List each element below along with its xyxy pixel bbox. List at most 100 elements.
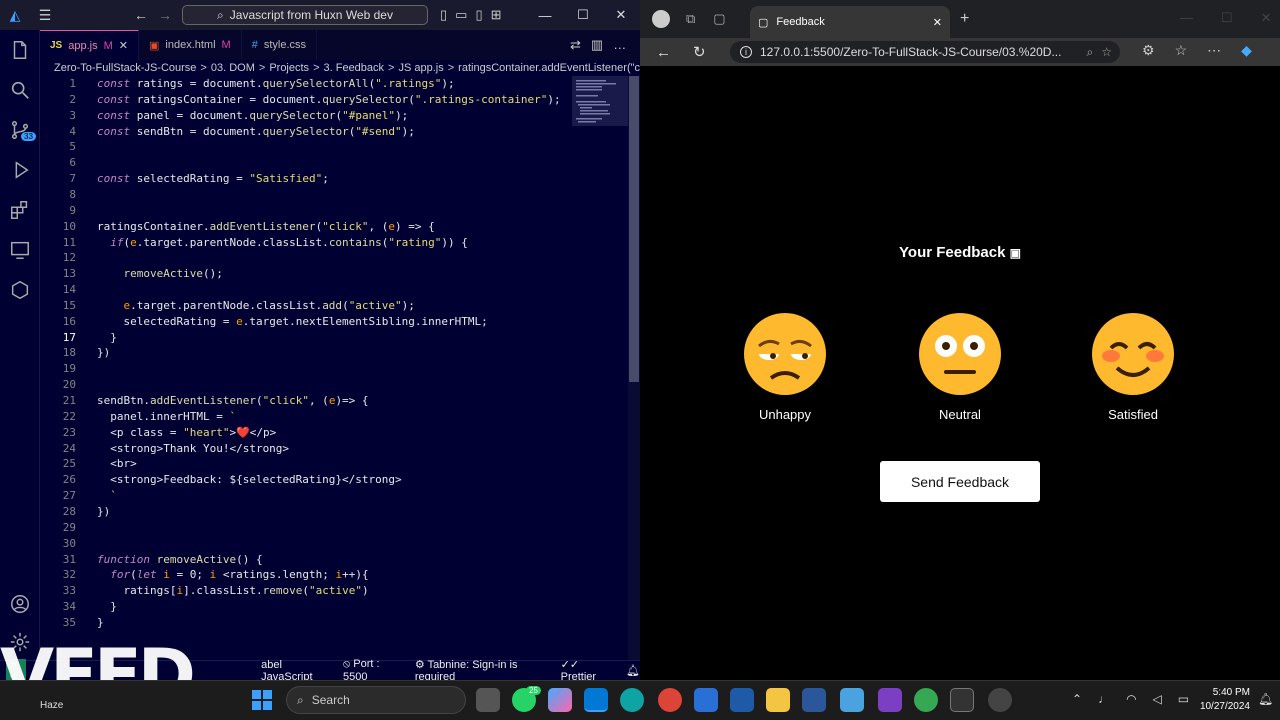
store-icon[interactable]: [694, 688, 718, 712]
battery-icon[interactable]: ▭: [1178, 692, 1189, 706]
toggle-panel-icon[interactable]: ▭: [455, 7, 467, 23]
rating-satisfied[interactable]: Satisfied: [1078, 312, 1188, 422]
code-line[interactable]: function removeActive() {: [97, 553, 263, 566]
minimize-button[interactable]: —: [1180, 10, 1193, 26]
start-button[interactable]: [252, 690, 272, 710]
code-line[interactable]: selectedRating = e.target.nextElementSib…: [97, 315, 488, 328]
breadcrumb-item[interactable]: ratingsContainer.addEventListener("click…: [458, 62, 640, 74]
close-button[interactable]: ✕: [1261, 10, 1272, 26]
notifications-icon[interactable]: 🔔︎: [1258, 692, 1273, 706]
minimap[interactable]: [572, 76, 628, 660]
back-icon[interactable]: ←: [656, 44, 671, 61]
code-line[interactable]: const panel = document.querySelector("#p…: [97, 109, 408, 122]
code-line[interactable]: for(let i = 0; i <ratings.length; i++){: [97, 568, 368, 581]
code-line[interactable]: }): [97, 505, 110, 518]
run-debug-icon[interactable]: [0, 150, 40, 190]
code-line[interactable]: e.target.parentNode.classList.add("activ…: [97, 299, 415, 312]
explorer-icon[interactable]: [0, 30, 40, 70]
code-line[interactable]: panel.innerHTML = `: [97, 410, 236, 423]
show-hidden-icons-chevron-up-icon[interactable]: ⌃: [1072, 692, 1082, 706]
close-tab-icon[interactable]: ✕: [933, 16, 942, 29]
extensions-icon[interactable]: [0, 190, 40, 230]
refresh-icon[interactable]: ↻: [693, 43, 706, 61]
word-icon[interactable]: [802, 688, 826, 712]
code-line[interactable]: if(e.target.parentNode.classList.contain…: [97, 236, 468, 249]
code-line[interactable]: }: [97, 331, 117, 344]
extension-view-icon[interactable]: [0, 270, 40, 310]
close-button[interactable]: ✕: [602, 0, 640, 30]
split-editor-icon[interactable]: ▥: [591, 37, 603, 53]
tab-style-css[interactable]: # style.css: [242, 30, 318, 60]
volume-icon[interactable]: ◁: [1153, 692, 1162, 706]
breadcrumb-item[interactable]: 03. DOM: [211, 62, 255, 74]
breadcrumb-item[interactable]: 3. Feedback: [324, 62, 385, 74]
clock[interactable]: 5:40 PM 10/27/2024: [1196, 686, 1250, 714]
compare-changes-icon[interactable]: ⇄: [570, 37, 581, 53]
favorites-icon[interactable]: ☆: [1175, 42, 1188, 59]
code-line[interactable]: const selectedRating = "Satisfied";: [97, 172, 329, 185]
code-line[interactable]: sendBtn.addEventListener("click", (e)=> …: [97, 394, 369, 407]
maximize-button[interactable]: ☐: [1221, 10, 1233, 26]
accounts-icon[interactable]: [0, 584, 40, 624]
chrome-icon[interactable]: [658, 688, 682, 712]
url-input[interactable]: i 127.0.0.1:5500/Zero-To-FullStack-JS-Co…: [730, 41, 1120, 63]
browser-tab-feedback[interactable]: ▢ Feedback ✕: [750, 6, 950, 38]
code-line[interactable]: }): [97, 346, 110, 359]
wifi-icon[interactable]: ◠: [1126, 692, 1136, 706]
copilot-icon[interactable]: [548, 688, 572, 712]
weather-widget[interactable]: Haze: [40, 700, 63, 711]
new-tab-button[interactable]: +: [960, 10, 969, 28]
more-actions-icon[interactable]: …: [613, 37, 626, 53]
zoom-icon[interactable]: ⌕: [1087, 45, 1094, 60]
forward-arrow-icon[interactable]: →: [158, 7, 172, 23]
code-line[interactable]: ratingsContainer.addEventListener("click…: [97, 220, 435, 233]
file-explorer-icon[interactable]: [766, 688, 790, 712]
send-feedback-button[interactable]: Send Feedback: [880, 461, 1040, 502]
favorite-star-icon[interactable]: ☆: [1101, 45, 1112, 59]
code-line[interactable]: const ratings = document.querySelectorAl…: [97, 77, 455, 90]
remote-explorer-icon[interactable]: [0, 230, 40, 270]
minimize-button[interactable]: —: [526, 0, 564, 30]
code-line[interactable]: }: [97, 616, 104, 629]
code-line[interactable]: <p class = "heart">❤️</p>: [97, 426, 276, 439]
vscode-app-icon[interactable]: [584, 688, 608, 712]
obs-icon[interactable]: [988, 688, 1012, 712]
editor-scrollbar-thumb[interactable]: [629, 76, 639, 382]
breadcrumb-item[interactable]: JS app.js: [398, 62, 443, 74]
command-center[interactable]: ⌕ Javascript from Huxn Web dev: [182, 5, 428, 25]
code-line[interactable]: removeActive();: [97, 267, 223, 280]
microphone-icon[interactable]: ♩: [1098, 692, 1110, 706]
code-line[interactable]: <strong>Thank You!</strong>: [97, 442, 289, 455]
code-line[interactable]: const ratingsContainer = document.queryS…: [97, 93, 561, 106]
tab-actions-icon[interactable]: ▢: [713, 11, 725, 27]
language-mode[interactable]: abel JavaScript: [261, 659, 329, 683]
extensions-icon[interactable]: ⚙: [1142, 42, 1155, 59]
breadcrumb-item[interactable]: Zero-To-FullStack-JS-Course: [54, 62, 196, 74]
code-line[interactable]: <strong>Feedback: ${selectedRating}</str…: [97, 473, 401, 486]
customize-layout-icon[interactable]: ⊞: [491, 7, 502, 23]
terminal-icon[interactable]: [950, 688, 974, 712]
source-control-icon[interactable]: 33: [0, 110, 40, 150]
rating-unhappy[interactable]: Unhappy: [730, 312, 840, 422]
search-icon[interactable]: [0, 70, 40, 110]
code-editor[interactable]: 1 const ratings = document.querySelectorA…: [40, 76, 572, 660]
code-line[interactable]: ratings[i].classList.remove("active"): [97, 584, 369, 597]
rating-neutral[interactable]: Neutral: [905, 312, 1015, 422]
code-line[interactable]: }: [97, 600, 117, 613]
toggle-sidebar-icon[interactable]: ▯: [440, 7, 447, 23]
breadcrumb-item[interactable]: Projects: [269, 62, 309, 74]
tab-app-js[interactable]: JS app.js M ✕: [40, 30, 139, 60]
code-line[interactable]: const sendBtn = document.querySelector("…: [97, 125, 415, 138]
code-line[interactable]: `: [97, 489, 117, 502]
maximize-button[interactable]: ☐: [564, 0, 602, 30]
back-arrow-icon[interactable]: ←: [134, 7, 148, 23]
workspaces-icon[interactable]: ⧉: [686, 11, 695, 27]
copilot-icon[interactable]: ◆: [1241, 42, 1252, 59]
edge-icon[interactable]: [620, 688, 644, 712]
more-menu-icon[interactable]: ⋯: [1207, 42, 1221, 59]
toggle-secondary-sidebar-icon[interactable]: ▯: [475, 7, 482, 23]
tab-index-html[interactable]: ▣ index.html M: [139, 30, 242, 60]
profile-icon[interactable]: [652, 10, 670, 28]
taskbar-search[interactable]: ⌕ Search: [286, 686, 466, 714]
close-tab-icon[interactable]: ✕: [119, 39, 128, 52]
